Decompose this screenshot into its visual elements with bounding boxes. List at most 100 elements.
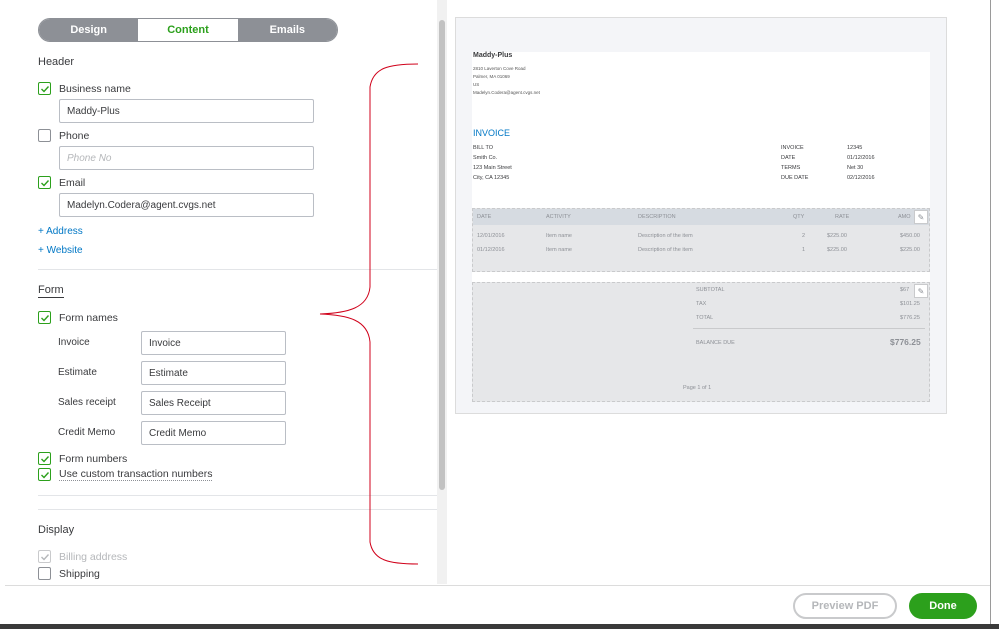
preview-totals[interactable]: ✎ SUBTOTAL $67 TAX $101.25 TOTAL $776.25… [472, 282, 930, 402]
row-cell: 01/12/2016 [477, 247, 505, 253]
subtotal-value: $67 [900, 287, 910, 293]
shipping-row[interactable]: Shipping [38, 567, 100, 580]
scrollbar-thumb[interactable] [439, 20, 445, 490]
tax-value: $101.25 [900, 301, 920, 307]
billing-address-label: Billing address [59, 550, 128, 563]
email-input[interactable]: Madelyn.Codera@agent.cvgs.net [59, 193, 314, 217]
invoice-paper: Maddy-Plus 2810 Laverton Cove Road Palme… [472, 52, 930, 402]
add-address-link[interactable]: + Address [38, 226, 83, 237]
phone-checkbox[interactable] [38, 129, 51, 142]
preview-pdf-button[interactable]: Preview PDF [793, 593, 897, 619]
preview-address-line: Madelyn.Codera@agent.cvgs.net [473, 90, 540, 95]
invoice-preview: Maddy-Plus 2810 Laverton Cove Road Palme… [455, 17, 947, 414]
page-indicator: Page 1 of 1 [683, 385, 712, 391]
custom-numbers-row[interactable]: Use custom transaction numbers [38, 468, 213, 481]
balance-due-value: $776.25 [890, 337, 921, 347]
custom-numbers-checkbox[interactable] [38, 468, 51, 481]
row-cell: 1 [802, 247, 806, 253]
window-edge [990, 0, 991, 624]
invoice-name-label: Invoice [58, 337, 90, 348]
line-items-header [473, 209, 929, 225]
preview-business-name: Maddy-Plus [473, 52, 513, 59]
preview-bill-to-label: BILL TO [473, 145, 494, 151]
row-cell: 2 [802, 233, 806, 239]
preview-line-items[interactable]: DATE ACTIVITY DESCRIPTION QTY RATE AMO ✎… [472, 208, 930, 272]
row-cell: Item name [546, 233, 572, 239]
edit-pencil-icon[interactable]: ✎ [914, 210, 928, 224]
tab-content[interactable]: Content [138, 19, 238, 41]
edit-pencil-icon[interactable]: ✎ [914, 284, 928, 298]
header-section-title: Header [38, 56, 75, 68]
custom-numbers-label: Use custom transaction numbers [59, 468, 213, 481]
business-name-input[interactable]: Maddy-Plus [59, 99, 314, 123]
total-value: $776.25 [900, 315, 920, 321]
subtotal-label: SUBTOTAL [696, 287, 725, 293]
tab-design[interactable]: Design [39, 19, 139, 41]
tax-label: TAX [696, 301, 707, 307]
footer-bar: Preview PDF Done [5, 585, 990, 624]
preview-meta-value: 01/12/2016 [847, 155, 875, 161]
shipping-label: Shipping [59, 567, 100, 580]
preview-address-line: US [473, 82, 480, 87]
preview-bill-to-line: 123 Main Street [473, 165, 512, 171]
preview-meta-value: 02/12/2016 [847, 175, 875, 181]
preview-meta-label: INVOICE [781, 145, 804, 151]
left-scrollbar[interactable] [437, 0, 447, 584]
sales-receipt-name-input[interactable]: Sales Receipt [141, 391, 286, 415]
invoice-name-input[interactable]: Invoice [141, 331, 286, 355]
preview-address-line: 2810 Laverton Cove Road [473, 66, 526, 71]
form-numbers-checkbox[interactable] [38, 452, 51, 465]
preview-invoice-title: INVOICE [473, 128, 511, 138]
balance-due-label: BALANCE DUE [696, 340, 735, 346]
column-header: DESCRIPTION [638, 214, 676, 220]
email-label: Email [59, 176, 86, 189]
preview-address-line: Palmer, MA 01069 [473, 74, 510, 79]
preview-bill-to-line: Smith Co. [473, 155, 498, 161]
preview-meta-value: 12345 [847, 145, 863, 151]
row-cell: $225.00 [827, 247, 847, 253]
phone-input[interactable]: Phone No [59, 146, 314, 170]
tab-emails[interactable]: Emails [237, 19, 337, 41]
totals-divider [693, 328, 925, 329]
credit-memo-name-label: Credit Memo [58, 427, 116, 438]
row-cell: Description of the item [638, 247, 693, 253]
sales-receipt-name-label: Sales receipt [58, 397, 116, 408]
credit-memo-name-input[interactable]: Credit Memo [141, 421, 286, 445]
billing-address-checkbox [38, 550, 51, 563]
tab-bar: Design Content Emails [38, 18, 338, 42]
total-label: TOTAL [696, 315, 714, 321]
business-name-checkbox[interactable] [38, 82, 51, 95]
check-icon [40, 179, 49, 187]
row-cell: 12/01/2016 [477, 233, 505, 239]
column-header: RATE [835, 214, 850, 220]
email-checkbox[interactable] [38, 176, 51, 189]
row-cell: Description of the item [638, 233, 693, 239]
check-icon [40, 553, 49, 561]
phone-label: Phone [59, 129, 90, 142]
check-icon [40, 314, 49, 322]
email-row[interactable]: Email [38, 176, 85, 189]
form-numbers-label: Form numbers [59, 452, 128, 465]
form-numbers-row[interactable]: Form numbers [38, 452, 127, 465]
shipping-checkbox[interactable] [38, 567, 51, 580]
column-header: AMO [898, 214, 911, 220]
column-header: QTY [793, 214, 805, 220]
taskbar-strip [0, 624, 999, 629]
row-cell: $225.00 [900, 247, 920, 253]
column-header: ACTIVITY [546, 214, 571, 220]
form-names-checkbox[interactable] [38, 311, 51, 324]
estimate-name-input[interactable]: Estimate [141, 361, 286, 385]
business-name-row[interactable]: Business name [38, 82, 131, 95]
row-cell: Item name [546, 247, 572, 253]
preview-meta-label: DUE DATE [781, 175, 809, 181]
add-website-link[interactable]: + Website [38, 245, 83, 256]
done-button[interactable]: Done [909, 593, 977, 619]
display-section-title: Display [38, 524, 75, 536]
estimate-name-label: Estimate [58, 367, 97, 378]
preview-meta-label: DATE [781, 155, 796, 161]
row-cell: $225.00 [827, 233, 847, 239]
phone-row[interactable]: Phone [38, 129, 89, 142]
preview-bill-to-line: City, CA 12345 [473, 175, 510, 181]
preview-meta-value: Net 30 [847, 165, 864, 171]
form-names-row[interactable]: Form names [38, 311, 118, 324]
